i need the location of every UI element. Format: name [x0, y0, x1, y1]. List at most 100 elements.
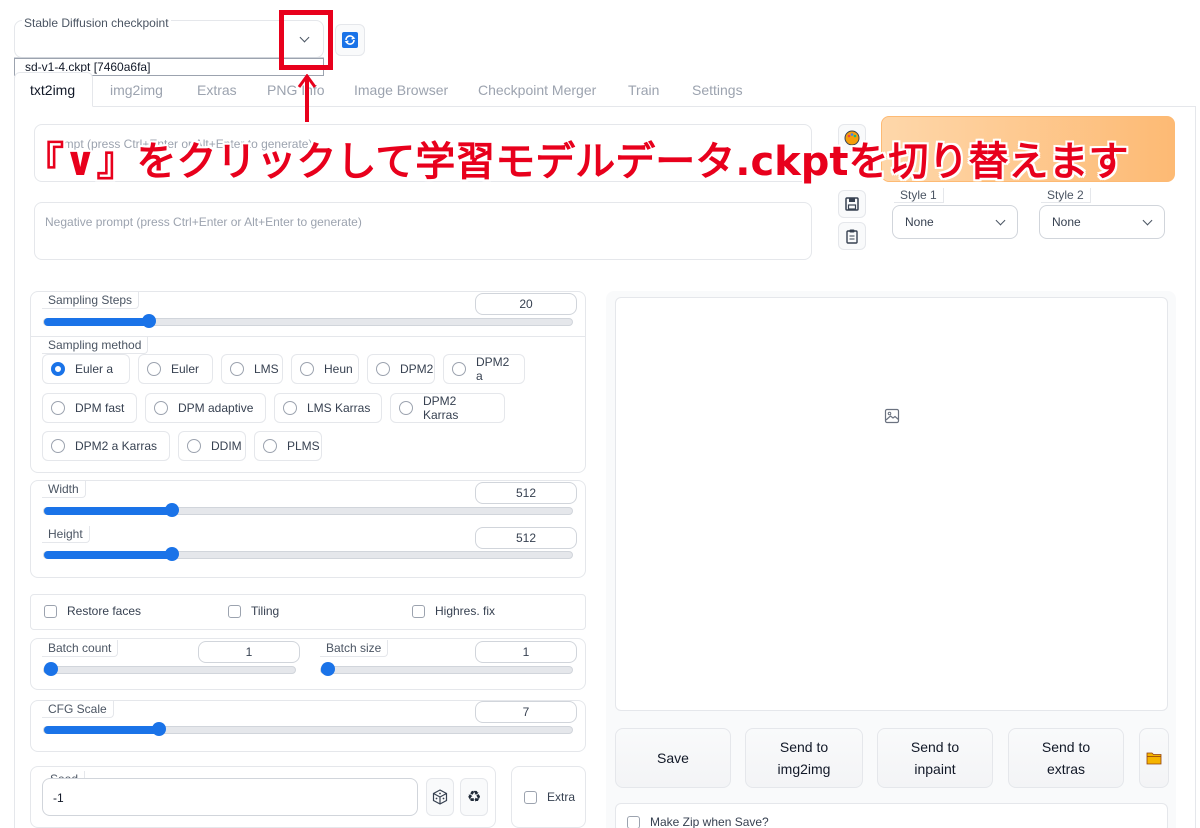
sampling-option[interactable]: DPM fast: [42, 393, 137, 423]
save-style-button[interactable]: [838, 190, 866, 218]
radio-circle[interactable]: [51, 401, 65, 415]
sampling-option-label: Heun: [324, 362, 353, 376]
checkbox-box[interactable]: [524, 790, 537, 804]
send-to-img2img-button[interactable]: Send to img2img: [745, 728, 863, 788]
slider-thumb[interactable]: [165, 503, 179, 517]
sampling-steps-slider[interactable]: [43, 314, 573, 328]
checkbox-box[interactable]: [44, 604, 57, 618]
width-label: Width: [42, 481, 86, 498]
sampling-steps-input[interactable]: 20: [475, 293, 577, 315]
radio-circle[interactable]: [263, 439, 277, 453]
highres-fix-checkbox[interactable]: Highres. fix: [412, 604, 495, 618]
tab-settings[interactable]: Settings: [692, 82, 743, 98]
open-folder-button[interactable]: [1139, 728, 1169, 788]
tab-txt2img[interactable]: txt2img: [30, 82, 75, 98]
tiling-checkbox[interactable]: Tiling: [228, 604, 279, 618]
tab-img2img[interactable]: img2img: [110, 82, 163, 98]
width-slider[interactable]: [43, 503, 573, 517]
radio-circle[interactable]: [376, 362, 390, 376]
tab-checkpoint-merger[interactable]: Checkpoint Merger: [478, 82, 596, 98]
tab-train[interactable]: Train: [628, 82, 659, 98]
sampling-option[interactable]: LMS Karras: [274, 393, 382, 423]
sampling-option[interactable]: PLMS: [254, 431, 322, 461]
sampling-option[interactable]: Euler a: [42, 354, 130, 384]
slider-fill: [44, 551, 172, 559]
checkpoint-select[interactable]: [14, 28, 324, 58]
annotation-arrow-icon: [297, 74, 317, 88]
width-input[interactable]: 512: [475, 482, 577, 504]
refresh-icon: [342, 32, 358, 48]
radio-circle[interactable]: [187, 439, 201, 453]
save-button[interactable]: Save: [615, 728, 731, 788]
make-zip-label: Make Zip when Save?: [650, 815, 769, 828]
send-to-extras-button[interactable]: Send to extras: [1008, 728, 1124, 788]
cfg-scale-input[interactable]: 7: [475, 701, 577, 723]
send-img2img-line1: Send to: [779, 739, 829, 755]
sampling-option[interactable]: DDIM: [178, 431, 246, 461]
cfg-scale-slider[interactable]: [43, 722, 573, 736]
radio-circle[interactable]: [452, 362, 466, 376]
sampling-option-label: Euler: [171, 362, 200, 376]
extra-checkbox[interactable]: Extra: [524, 790, 575, 804]
extra-label: Extra: [547, 790, 576, 804]
sampling-option[interactable]: Heun: [291, 354, 359, 384]
batch-count-input[interactable]: 1: [198, 641, 300, 663]
sampling-option[interactable]: DPM adaptive: [145, 393, 266, 423]
checkbox-box[interactable]: [627, 815, 640, 828]
batch-size-slider[interactable]: [320, 662, 573, 676]
sampling-option[interactable]: DPM2 a: [443, 354, 525, 384]
tab-extras[interactable]: Extras: [197, 82, 237, 98]
height-slider[interactable]: [43, 547, 573, 561]
seed-input[interactable]: -1: [42, 778, 418, 816]
sampling-option[interactable]: LMS: [221, 354, 283, 384]
style2-select[interactable]: None: [1039, 205, 1165, 239]
slider-fill: [44, 318, 149, 326]
negative-prompt-input[interactable]: Negative prompt (press Ctrl+Enter or Alt…: [34, 202, 812, 260]
style1-value: None: [905, 215, 934, 229]
tiling-label: Tiling: [251, 604, 280, 618]
sampling-option[interactable]: DPM2 Karras: [390, 393, 505, 423]
sampling-option-label: DPM2 Karras: [423, 394, 459, 422]
random-seed-button[interactable]: [426, 778, 454, 816]
chevron-down-icon: [995, 215, 1006, 226]
radio-circle[interactable]: [399, 401, 413, 415]
slider-thumb[interactable]: [142, 314, 156, 328]
batch-size-input[interactable]: 1: [475, 641, 577, 663]
radio-circle[interactable]: [230, 362, 244, 376]
radio-circle[interactable]: [283, 401, 297, 415]
radio-circle[interactable]: [147, 362, 161, 376]
sampling-option-label: PLMS: [287, 439, 320, 453]
slider-thumb[interactable]: [152, 722, 166, 736]
slider-thumb[interactable]: [321, 662, 335, 676]
send-img2img-line2: img2img: [777, 761, 831, 777]
send-extras-line2: extras: [1046, 761, 1086, 777]
recycle-icon: ♻: [466, 789, 482, 806]
radio-circle[interactable]: [51, 362, 65, 376]
make-zip-checkbox[interactable]: Make Zip when Save?: [627, 815, 769, 828]
sampling-option[interactable]: DPM2 a Karras: [42, 431, 170, 461]
refresh-button[interactable]: [335, 24, 365, 56]
restore-faces-checkbox[interactable]: Restore faces: [44, 604, 141, 618]
slider-thumb[interactable]: [44, 662, 58, 676]
paste-style-button[interactable]: [838, 222, 866, 250]
sampling-option[interactable]: DPM2: [367, 354, 435, 384]
clipboard-icon: [846, 229, 858, 244]
checkbox-box[interactable]: [412, 604, 425, 618]
height-input[interactable]: 512: [475, 527, 577, 549]
folder-icon: [1146, 752, 1162, 765]
reuse-seed-button[interactable]: ♻: [460, 778, 488, 816]
batch-count-label: Batch count: [42, 640, 119, 657]
batch-count-slider[interactable]: [43, 662, 296, 676]
radio-circle[interactable]: [51, 439, 65, 453]
slider-thumb[interactable]: [165, 547, 179, 561]
chevron-down-icon: [1142, 215, 1153, 226]
sampling-option[interactable]: Euler: [138, 354, 213, 384]
send-to-inpaint-button[interactable]: Send to inpaint: [877, 728, 993, 788]
floppy-disk-icon: [845, 197, 859, 211]
radio-circle[interactable]: [300, 362, 314, 376]
tab-image-browser[interactable]: Image Browser: [354, 82, 448, 98]
sampling-option-label: DPM fast: [75, 401, 125, 415]
radio-circle[interactable]: [154, 401, 168, 415]
style1-select[interactable]: None: [892, 205, 1018, 239]
checkbox-box[interactable]: [228, 604, 241, 618]
